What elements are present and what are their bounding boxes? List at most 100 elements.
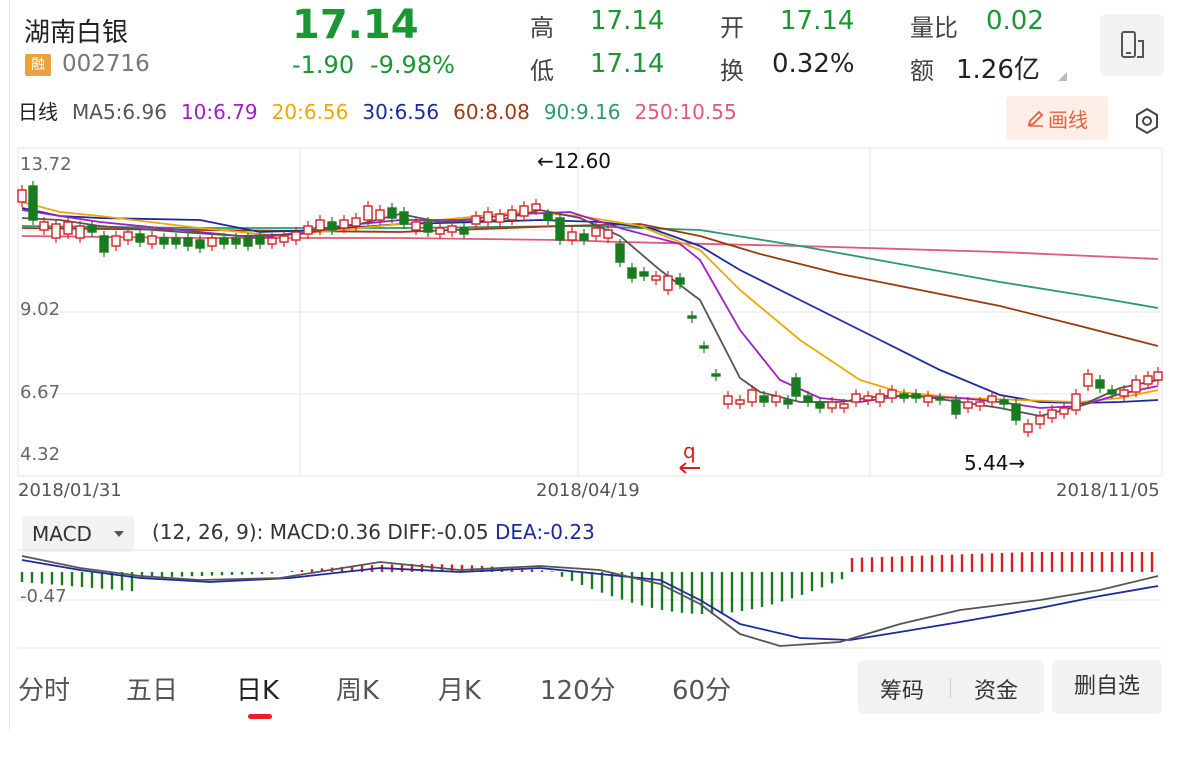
diff-line	[21, 555, 1159, 647]
candle	[567, 231, 577, 241]
phone-landscape-icon	[1121, 31, 1144, 58]
funds-button[interactable]: 资金	[974, 673, 1018, 705]
tab-weekly-k[interactable]: 周K	[336, 670, 379, 707]
stock-code: 002716	[62, 51, 150, 77]
indicator-selector[interactable]: MACD	[22, 516, 134, 552]
candle	[1107, 389, 1117, 395]
expand-corner-icon[interactable]	[1058, 72, 1067, 81]
candle	[219, 237, 229, 245]
candle	[291, 231, 301, 241]
candle	[123, 231, 133, 241]
macd-value: MACD:0.36	[269, 520, 381, 544]
candle	[531, 203, 541, 211]
date-end: 2018/11/05	[1056, 480, 1160, 501]
group-divider	[950, 678, 951, 698]
candle	[759, 395, 769, 403]
candle	[255, 235, 265, 245]
open-label: 开	[720, 14, 744, 42]
tab-intraday[interactable]: 分时	[18, 670, 70, 707]
candle	[363, 205, 373, 221]
candle	[351, 217, 361, 227]
tab-60min[interactable]: 60分	[672, 670, 731, 707]
ma250-value: 250:10.55	[634, 100, 737, 124]
candle	[1143, 375, 1153, 385]
ma20-value: 20:6.56	[271, 100, 349, 124]
candle	[1059, 407, 1069, 415]
candle	[507, 209, 517, 221]
kline-chart[interactable]: 13.72 9.02 6.67 4.32 ←12.60 5.44→ q	[0, 140, 1188, 485]
ma5-value: MA5:6.96	[72, 100, 167, 124]
stock-name: 湖南白银	[24, 18, 129, 48]
volume-ratio-value: 0.02	[986, 6, 1044, 36]
candle	[39, 221, 49, 231]
ma10-value: 10:6.79	[180, 100, 258, 124]
candle	[791, 377, 801, 397]
candle	[87, 225, 97, 233]
candle	[699, 345, 709, 349]
high-value: 17.14	[590, 6, 665, 36]
candle	[159, 237, 169, 245]
candle	[663, 275, 673, 291]
quote-header: 湖南白银 融 002716 17.14 -1.90 -9.98% 高 17.14…	[0, 0, 1188, 92]
pencil-icon	[1027, 110, 1044, 127]
candle	[1153, 371, 1163, 381]
active-tab-indicator	[248, 714, 272, 719]
chips-button[interactable]: 筹码	[880, 673, 924, 705]
candle	[135, 233, 145, 243]
remove-watchlist-button[interactable]: 删自选	[1052, 660, 1162, 714]
candle	[1131, 379, 1141, 393]
macd-grid	[18, 549, 1162, 649]
candle	[267, 237, 277, 245]
candle	[639, 271, 649, 277]
draw-line-button[interactable]: 画线	[1006, 96, 1108, 140]
indicator-label: MACD	[32, 522, 92, 546]
macd-chart[interactable]: -0.47	[0, 548, 1188, 650]
tab-monthly-k[interactable]: 月K	[438, 670, 481, 707]
candle	[1047, 409, 1057, 419]
landscape-toggle-button[interactable]	[1100, 14, 1164, 76]
candle	[147, 235, 157, 245]
candle	[747, 389, 757, 403]
tab-120min[interactable]: 120分	[540, 670, 616, 707]
candle	[435, 227, 445, 235]
candle	[327, 221, 337, 231]
candle	[899, 393, 909, 399]
candle	[975, 401, 985, 407]
low-marker: 5.44→	[964, 451, 1025, 475]
candle	[315, 219, 325, 231]
candle	[99, 235, 109, 253]
candle	[1035, 415, 1045, 425]
high-marker: ←12.60	[537, 149, 611, 173]
candle	[711, 373, 721, 377]
candle	[839, 403, 849, 409]
candle	[183, 237, 193, 247]
last-price: 17.14	[292, 2, 419, 48]
candle	[387, 207, 397, 219]
candle	[771, 395, 781, 403]
y-tick-top: 13.72	[20, 154, 72, 175]
candle	[875, 393, 885, 403]
candle	[687, 315, 697, 319]
candle	[1011, 403, 1021, 421]
candle	[1083, 373, 1093, 387]
candle	[519, 205, 529, 217]
candle	[459, 227, 469, 235]
candle	[887, 389, 897, 399]
candle	[1119, 389, 1129, 397]
ma60-value: 60:8.08	[453, 100, 530, 124]
settings-hexagon-icon[interactable]	[1130, 104, 1164, 138]
candle	[651, 275, 661, 281]
margin-badge: 融	[25, 54, 51, 76]
candle	[51, 223, 61, 239]
candle	[555, 217, 565, 241]
tab-daily-k[interactable]: 日K	[236, 670, 279, 707]
candle	[207, 237, 217, 247]
candle	[231, 237, 241, 245]
tab-five-day[interactable]: 五日	[126, 670, 178, 707]
candle	[911, 393, 921, 399]
candle	[951, 399, 961, 415]
candle	[411, 221, 421, 231]
macd-y-tick: -0.47	[20, 586, 67, 607]
candle	[935, 397, 945, 401]
q-arrow-icon	[679, 462, 700, 474]
